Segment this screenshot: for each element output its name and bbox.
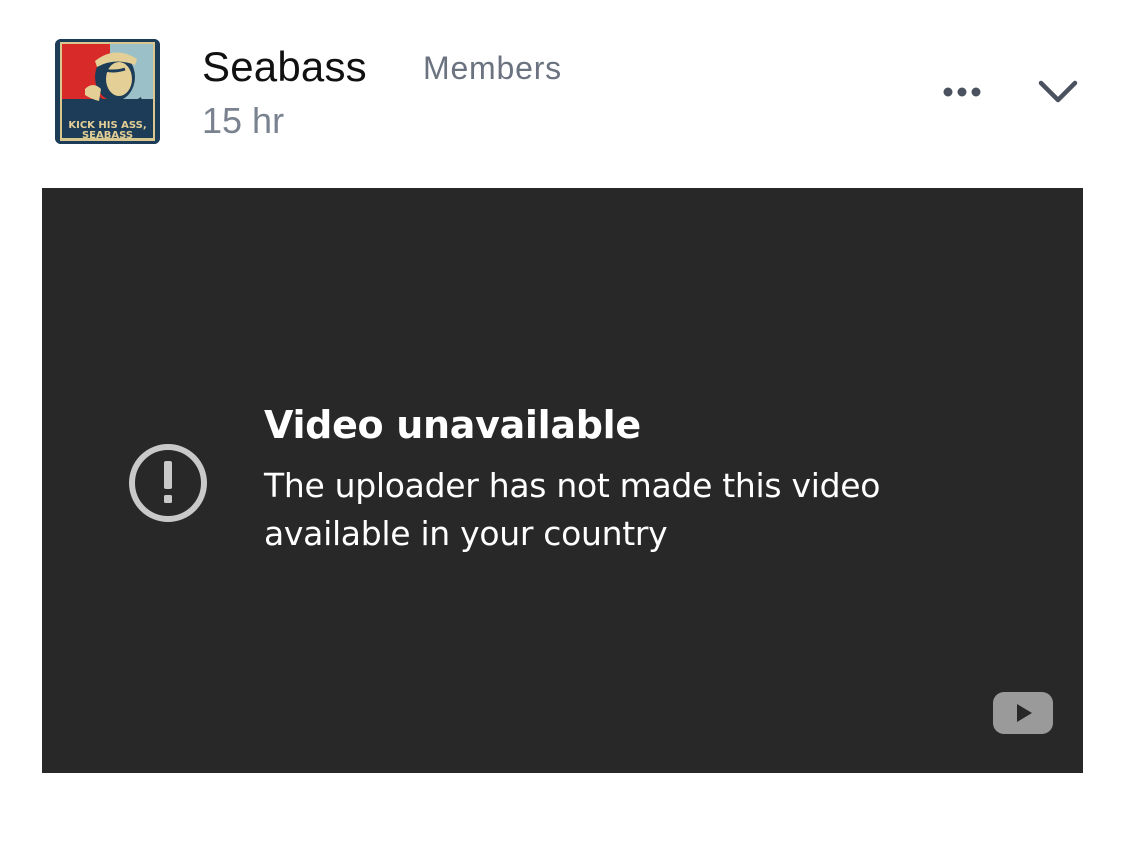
post-timestamp: 15 hr <box>202 100 285 141</box>
author-name[interactable]: Seabass <box>202 42 367 92</box>
avatar-image: KICK HIS ASS, SEABASS <box>55 39 160 144</box>
video-error-message: The uploader has not made this video ava… <box>264 466 881 553</box>
more-options-button[interactable] <box>938 76 988 108</box>
chevron-down-icon <box>1038 80 1078 103</box>
video-error-title: Video unavailable <box>264 403 641 447</box>
avatar-caption-line2: SEABASS <box>82 130 133 141</box>
collapse-button[interactable] <box>1032 72 1084 112</box>
exclamation-circle-icon <box>126 441 210 525</box>
youtube-logo-icon[interactable] <box>992 691 1054 735</box>
group-label[interactable]: Members <box>423 48 562 88</box>
more-horizontal-icon <box>943 87 981 97</box>
avatar[interactable]: KICK HIS ASS, SEABASS <box>55 39 160 144</box>
video-embed[interactable]: Video unavailable The uploader has not m… <box>42 188 1083 773</box>
post-card: KICK HIS ASS, SEABASS Seabass Members 15… <box>0 0 1125 844</box>
